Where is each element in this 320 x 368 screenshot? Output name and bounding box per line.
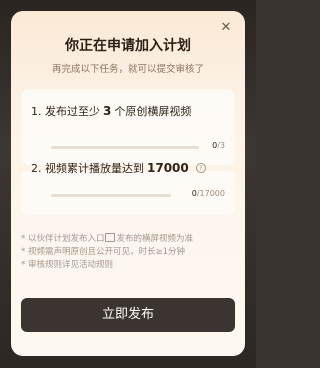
progress-count: 0/3 [212,141,225,150]
progress-count: 0/17000 [192,189,225,198]
upload-entry-icon [105,233,116,242]
progress-bar [51,146,199,149]
progress-total: /17000 [196,189,225,198]
task-description: 2. 视频累计播放量达到 17000? [31,160,206,176]
rules-notes: * 以伙伴计划发布入口 发布的横屏视频为准 * 视频需声明原创且公开可见，时长≥1… [21,233,235,272]
apply-plan-modal: ✕ 你正在申请加入计划 再完成以下任务，就可以提交审核了 1. 发布过至少 3 个原… [11,11,245,356]
task-card-original-videos: 1. 发布过至少 3 个原创横屏视频 0/3 [21,89,235,165]
note-text: 发布的横屏视频为准 [116,234,193,244]
note-line: * 以伙伴计划发布入口 发布的横屏视频为准 [21,233,235,246]
task-card-play-count: 2. 视频累计播放量达到 17000? 0/17000 [21,161,235,215]
help-icon[interactable]: ? [195,163,206,173]
modal-title: 你正在申请加入计划 [65,38,191,54]
task-suffix: 个原创横屏视频 [114,105,192,118]
task-prefix: 2. 视频累计播放量达到 [31,162,144,175]
progress-total: /3 [217,141,225,150]
note-line: * 审核规则详见活动规则 [21,260,113,270]
task-target: 17000 [147,161,189,175]
task-description: 1. 发布过至少 3 个原创横屏视频 [31,103,191,119]
task-prefix: 1. 发布过至少 [31,105,100,118]
publish-now-button[interactable]: 立即发布 [21,298,235,332]
task-target: 3 [103,104,112,118]
progress-bar [51,194,171,197]
modal-subtitle: 再完成以下任务，就可以提交审核了 [51,64,204,75]
note-line: * 视频需声明原创且公开可见，时长≥1分钟 [21,247,185,257]
close-icon[interactable]: ✕ [219,21,233,35]
note-text: * 以伙伴计划发布入口 [21,234,105,244]
